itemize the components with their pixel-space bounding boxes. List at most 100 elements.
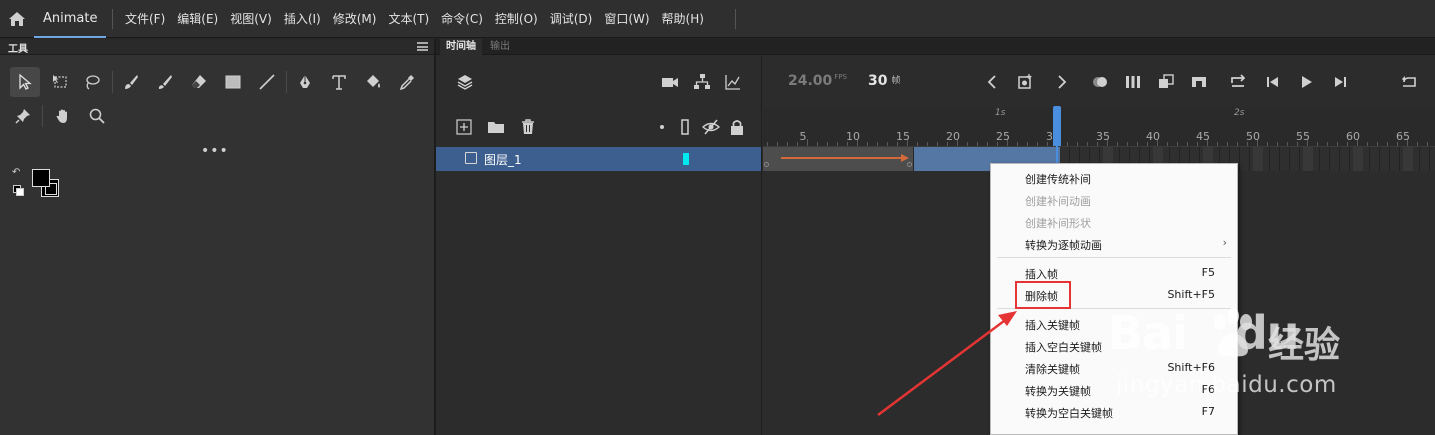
onion-skin-icon[interactable] [1091, 73, 1109, 91]
ruler-tick [867, 142, 868, 146]
frame-cell-marker [1253, 147, 1263, 171]
frame-unit: 帧 [891, 76, 901, 86]
camera-icon[interactable] [661, 73, 679, 91]
new-layer-icon[interactable] [455, 118, 473, 136]
loop-icon[interactable] [1229, 73, 1247, 91]
home-icon[interactable] [8, 10, 26, 28]
ruler-tick [1187, 142, 1188, 146]
ruler-tick [1237, 142, 1238, 146]
graph-icon[interactable] [724, 73, 742, 91]
ruler-frame-label: 5 [799, 130, 807, 143]
ruler-tick [1167, 142, 1168, 146]
tab-timeline[interactable]: 时间轴 [440, 39, 482, 55]
tween-span[interactable] [763, 147, 913, 171]
submenu-arrow-icon: › [1222, 236, 1227, 249]
menu-commands[interactable]: 命令(C) [435, 0, 489, 38]
menu-text[interactable]: 文本(T) [382, 0, 435, 38]
delete-layer-icon[interactable] [519, 118, 537, 136]
context-menu-item: 创建补间形状 [991, 211, 1237, 233]
menu-debug[interactable]: 调试(D) [544, 0, 599, 38]
previous-frame-icon[interactable] [1264, 73, 1282, 91]
layers-icon[interactable] [456, 73, 474, 91]
tool-divider [42, 105, 43, 127]
lasso-tool-button[interactable] [77, 67, 107, 97]
text-tool-button[interactable] [324, 67, 354, 97]
eraser-tool-button[interactable] [184, 67, 214, 97]
onion-skin-outlines-icon[interactable] [1157, 73, 1175, 91]
previous-keyframe-icon[interactable] [984, 73, 1002, 91]
ruler-tick [1267, 142, 1268, 146]
menu-file[interactable]: 文件(F) [119, 0, 171, 38]
rectangle-icon [225, 75, 241, 89]
next-keyframe-icon[interactable] [1052, 73, 1070, 91]
insert-keyframe-icon[interactable] [1016, 73, 1034, 91]
ruler-frame-label: 55 [1296, 130, 1310, 143]
keyframe-marker[interactable] [907, 162, 912, 167]
ruler-tick [1387, 142, 1388, 146]
menu-edit[interactable]: 编辑(E) [171, 0, 224, 38]
ruler-tick [967, 142, 968, 146]
play-icon[interactable] [1297, 73, 1315, 91]
context-menu-shortcut: Shift+F5 [1167, 288, 1215, 301]
more-tools-button[interactable]: ••• [201, 143, 229, 159]
menu-control[interactable]: 控制(O) [489, 0, 544, 38]
eraser-icon [192, 75, 206, 88]
keyframe-marker[interactable] [764, 162, 769, 167]
ruler-tick [1337, 142, 1338, 146]
hand-tool-button[interactable] [48, 101, 78, 131]
context-menu-item[interactable]: 转换为逐帧动画 › [991, 233, 1237, 255]
brush-tool-button[interactable] [150, 67, 180, 97]
ruler-tick [1017, 142, 1018, 146]
lock-icon[interactable] [728, 118, 746, 136]
menu-window[interactable]: 窗口(W) [598, 0, 655, 38]
menu-help[interactable]: 帮助(H) [656, 0, 710, 38]
new-folder-icon[interactable] [487, 118, 505, 136]
eyedropper-tool-button[interactable] [392, 67, 422, 97]
pin-tool-button[interactable] [8, 101, 38, 131]
frame-ruler[interactable]: 1s 2s 5101520253035404550556065 [763, 108, 1435, 147]
line-tool-button[interactable] [252, 67, 282, 97]
undo-icon[interactable] [1400, 73, 1418, 91]
panel-menu-icon[interactable] [417, 42, 428, 51]
tool-divider [286, 71, 287, 93]
selection-tool-button[interactable] [10, 67, 40, 97]
menu-separator [997, 257, 1231, 258]
free-transform-tool-button[interactable] [45, 67, 75, 97]
highlight-layer-dot-icon[interactable] [653, 118, 671, 136]
center-frame-icon[interactable] [1190, 73, 1208, 91]
next-frame-icon[interactable] [1331, 73, 1349, 91]
context-menu-item[interactable]: 创建传统补间 [991, 167, 1237, 189]
paint-bucket-tool-button[interactable] [358, 67, 388, 97]
edit-multiple-frames-icon[interactable] [1124, 73, 1142, 91]
menu-modify[interactable]: 修改(M) [327, 0, 383, 38]
layer-row[interactable]: 图层_1 [436, 147, 762, 171]
default-colors-icon[interactable] [13, 185, 24, 196]
layer-parenting-icon[interactable] [693, 73, 711, 91]
outline-icon[interactable] [676, 118, 694, 136]
ruler-tick [977, 142, 978, 146]
classic-tween-arrow [781, 157, 907, 159]
pen-tool-button[interactable] [290, 67, 320, 97]
tween-arrowhead [901, 154, 909, 162]
visibility-hidden-icon[interactable] [702, 118, 720, 136]
layer-name[interactable]: 图层_1 [484, 151, 522, 168]
eyedropper-icon [399, 75, 414, 91]
zoom-tool-button[interactable] [82, 101, 112, 131]
stroke-color-swatch[interactable] [32, 169, 50, 187]
paint-brush-tool-button[interactable] [116, 67, 146, 97]
ruler-tick [1287, 142, 1288, 146]
rectangle-tool-button[interactable] [218, 67, 248, 97]
context-menu-item-label: 创建补间动画 [1025, 195, 1091, 208]
tab-output[interactable]: 输出 [484, 39, 516, 55]
current-frame-display[interactable]: 30 帧 [868, 73, 901, 89]
context-menu-item-label: 转换为关键帧 [1025, 385, 1091, 398]
ruler-frame-label: 60 [1346, 130, 1360, 143]
layer-color-swatch[interactable] [683, 153, 689, 165]
menu-insert[interactable]: 插入(I) [278, 0, 327, 38]
swap-colors-icon[interactable]: ↶ [12, 167, 20, 178]
app-name-tab[interactable]: Animate [34, 0, 107, 38]
menu-view[interactable]: 视图(V) [224, 0, 278, 38]
fps-display[interactable]: 24.00 FPS [788, 73, 847, 89]
ruler-tick [927, 142, 928, 146]
playhead-handle[interactable] [1053, 106, 1061, 146]
